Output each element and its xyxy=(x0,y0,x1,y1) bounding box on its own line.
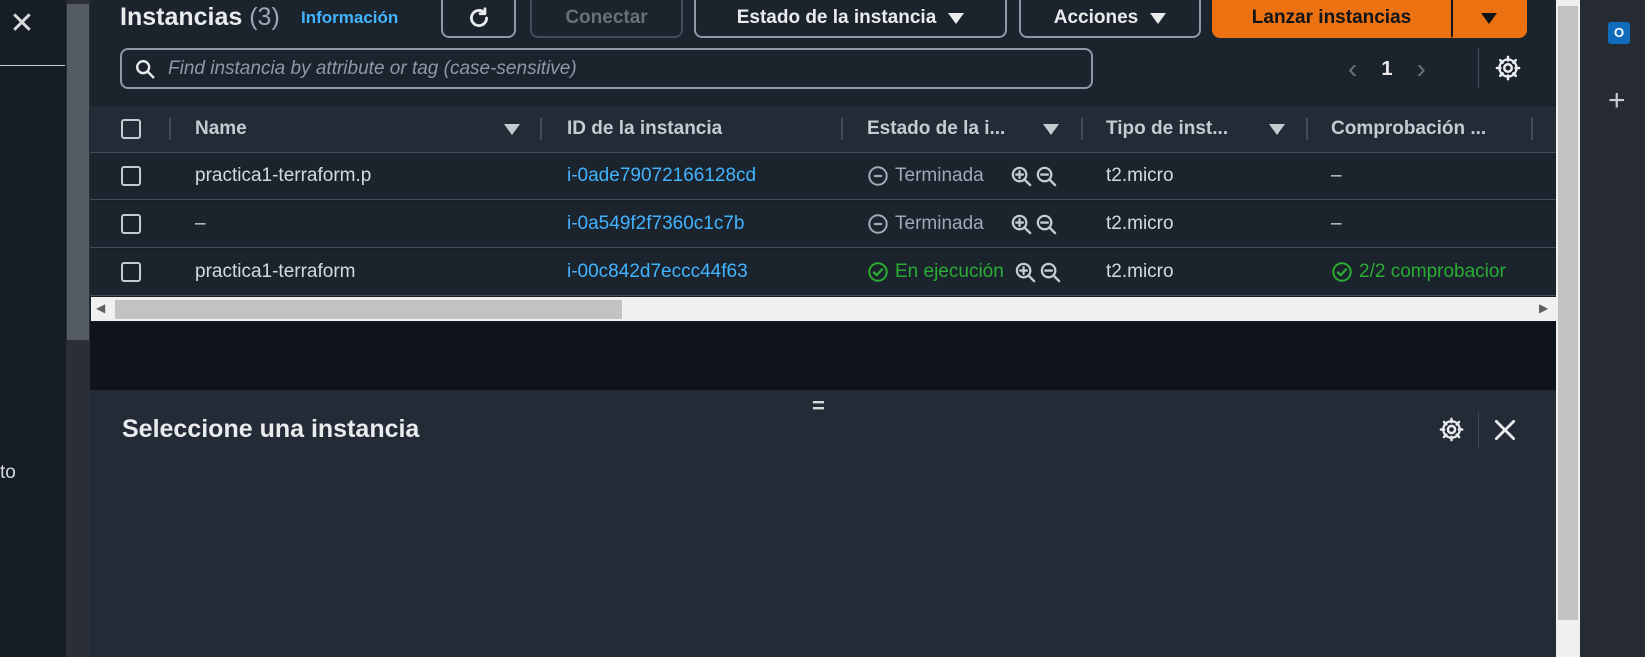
column-divider xyxy=(1531,118,1533,140)
chevron-right-icon[interactable]: › xyxy=(1416,53,1425,85)
state-label: En ejecución xyxy=(895,261,1004,282)
actions-dropdown[interactable]: Acciones xyxy=(1019,0,1201,38)
launch-instances-button[interactable]: Lanzar instancias xyxy=(1212,0,1451,38)
caret-down-icon xyxy=(1481,12,1497,24)
zoom-controls xyxy=(1010,165,1058,188)
instance-name: – xyxy=(195,213,206,234)
zoom-in-icon[interactable] xyxy=(1014,261,1037,284)
outlook-icon[interactable]: O xyxy=(1608,22,1630,44)
detail-divider xyxy=(1478,412,1479,448)
page-scrollbar-thumb[interactable] xyxy=(1558,6,1578,620)
column-header-instance-state[interactable]: Estado de la i... xyxy=(867,106,1005,152)
pager-divider xyxy=(1478,48,1479,88)
status-check: – xyxy=(1331,213,1342,234)
terminated-icon xyxy=(868,166,888,186)
terminated-icon xyxy=(868,214,888,234)
search-icon xyxy=(136,59,155,78)
instance-state: Terminada xyxy=(867,212,984,236)
connect-button[interactable]: Conectar xyxy=(530,0,683,38)
search-input[interactable]: Find instancia by attribute or tag (case… xyxy=(120,48,1093,89)
title-text: Instancias xyxy=(120,3,243,31)
refresh-icon xyxy=(469,7,488,27)
column-divider xyxy=(1306,118,1308,140)
caret-down-icon xyxy=(1150,12,1167,24)
add-icon[interactable]: + xyxy=(1608,84,1626,118)
running-check-icon xyxy=(868,262,888,282)
zoom-in-icon[interactable] xyxy=(1010,213,1033,236)
nav-divider xyxy=(0,65,65,66)
instance-id-link[interactable]: i-00c842d7eccc44f63 xyxy=(567,260,748,284)
state-label: Terminada xyxy=(895,213,984,234)
actions-label: Acciones xyxy=(1053,7,1139,28)
instance-state-dropdown[interactable]: Estado de la instancia xyxy=(694,0,1007,38)
refresh-button[interactable] xyxy=(441,0,516,38)
instance-state-label: Estado de la instancia xyxy=(736,7,937,28)
filter-state-icon[interactable] xyxy=(1043,124,1059,135)
column-header-status-check[interactable]: Comprobación ... xyxy=(1331,106,1486,152)
zoom-controls xyxy=(1010,213,1058,236)
scroll-right-arrow-icon[interactable]: ▶ xyxy=(1539,301,1548,315)
zoom-controls xyxy=(1014,261,1062,284)
detail-settings-icon[interactable] xyxy=(1438,416,1465,448)
detail-panel-title: Seleccione una instancia xyxy=(122,415,420,443)
search-placeholder: Find instancia by attribute or tag (case… xyxy=(168,57,577,79)
instance-name: practica1-terraform.p xyxy=(195,165,372,186)
pagination: ‹ 1 › xyxy=(1348,52,1426,86)
instance-name: practica1-terraform xyxy=(195,261,356,282)
nav-scrollbar-thumb[interactable] xyxy=(67,4,89,340)
close-icon[interactable]: ✕ xyxy=(6,8,38,40)
row-checkbox[interactable] xyxy=(121,262,141,282)
check-passed-icon xyxy=(1332,262,1352,282)
instance-state: En ejecución xyxy=(867,260,1004,284)
split-resize-handle[interactable]: = xyxy=(812,393,825,419)
select-all-checkbox[interactable] xyxy=(121,119,141,139)
close-panel-icon[interactable] xyxy=(1492,417,1518,448)
row-checkbox[interactable] xyxy=(121,214,141,234)
status-check-label: 2/2 comprobacior xyxy=(1359,261,1506,282)
instance-id-link[interactable]: i-0a549f2f7360c1c7b xyxy=(567,212,744,236)
instance-type: t2.micro xyxy=(1106,261,1174,282)
column-divider xyxy=(841,118,843,140)
column-divider xyxy=(1081,118,1083,140)
zoom-out-icon[interactable] xyxy=(1035,165,1058,188)
instance-state: Terminada xyxy=(867,164,984,188)
column-divider xyxy=(540,118,542,140)
state-label: Terminada xyxy=(895,165,984,186)
row-checkbox[interactable] xyxy=(121,166,141,186)
caret-down-icon xyxy=(948,12,965,24)
filter-name-icon[interactable] xyxy=(504,124,520,135)
page-number[interactable]: 1 xyxy=(1381,58,1392,81)
left-nav-panel: ✕ to xyxy=(0,0,66,657)
page-title: Instancias (3) xyxy=(120,0,280,34)
status-check: – xyxy=(1331,165,1342,186)
column-header-instance-id[interactable]: ID de la instancia xyxy=(567,106,722,152)
launch-options-button[interactable] xyxy=(1451,0,1527,38)
scrollbar-thumb[interactable] xyxy=(115,300,622,319)
zoom-out-icon[interactable] xyxy=(1039,261,1062,284)
zoom-in-icon[interactable] xyxy=(1010,165,1033,188)
status-check: 2/2 comprobacior xyxy=(1331,260,1531,284)
chevron-left-icon[interactable]: ‹ xyxy=(1348,53,1357,85)
filter-type-icon[interactable] xyxy=(1269,124,1285,135)
table-settings-icon[interactable] xyxy=(1494,54,1522,87)
nav-text-fragment: to xyxy=(0,462,16,483)
instance-count: (3) xyxy=(249,3,280,31)
column-header-instance-type[interactable]: Tipo de inst... xyxy=(1106,106,1228,152)
column-header-name[interactable]: Name xyxy=(195,106,247,152)
instance-type: t2.micro xyxy=(1106,165,1174,186)
zoom-out-icon[interactable] xyxy=(1035,213,1058,236)
instance-type: t2.micro xyxy=(1106,213,1174,234)
column-divider xyxy=(169,118,171,140)
info-link[interactable]: Información xyxy=(301,8,398,28)
instance-id-link[interactable]: i-0ade79072166128cd xyxy=(567,164,756,188)
scroll-left-arrow-icon[interactable]: ◀ xyxy=(96,301,105,315)
